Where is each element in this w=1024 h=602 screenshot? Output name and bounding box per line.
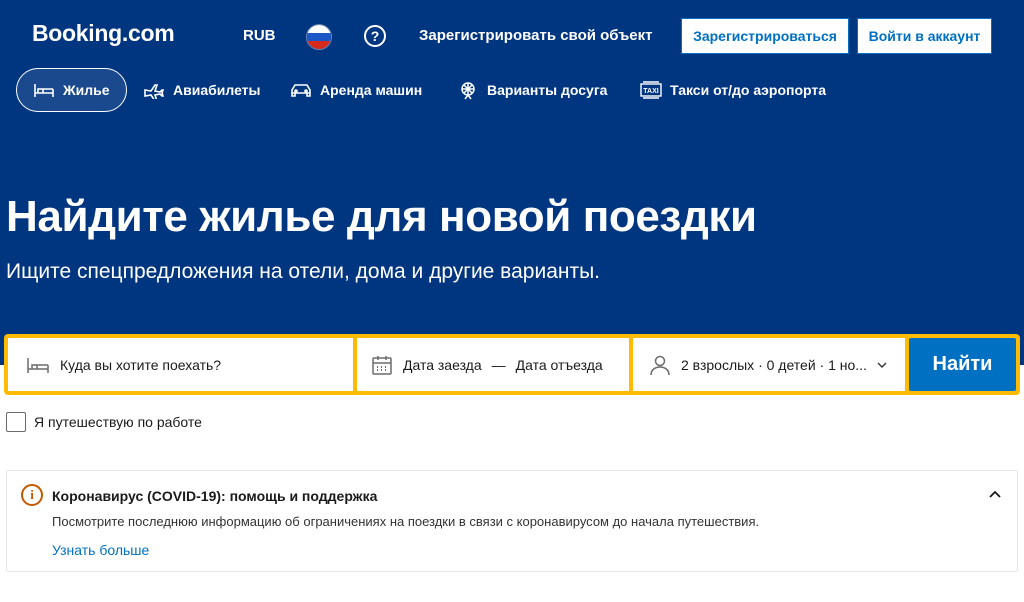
taxi-icon: TAXI [640, 81, 662, 99]
calendar-icon [372, 355, 392, 375]
help-icon[interactable]: ? [364, 25, 386, 47]
destination-field[interactable]: Куда вы хотите поехать? [8, 338, 353, 391]
plane-icon [144, 84, 165, 99]
currency-selector[interactable]: RUB [243, 27, 276, 44]
work-travel-checkbox[interactable] [6, 412, 26, 432]
covid-notice: i Коронавирус (COVID-19): помощь и подде… [6, 470, 1018, 572]
tab-stays[interactable]: Жилье [16, 68, 127, 112]
tab-attractions-label: Варианты досуга [487, 82, 608, 98]
work-travel-label: Я путешествую по работе [34, 414, 202, 430]
search-button[interactable]: Найти [909, 338, 1016, 391]
search-box: Куда вы хотите поехать? Дата заезда — Да… [4, 334, 1020, 395]
tab-car-rental[interactable]: Аренда машин [290, 68, 422, 112]
date-separator: — [491, 356, 506, 373]
tab-attractions[interactable]: Варианты досуга [457, 68, 607, 112]
dates-field[interactable]: Дата заезда — Дата отъезда [357, 338, 629, 391]
tab-airport-taxi[interactable]: TAXI Такси от/до аэропорта [640, 68, 826, 112]
hero-banner [0, 0, 1024, 365]
person-icon [650, 355, 670, 375]
tab-flights-label: Авиабилеты [173, 82, 261, 98]
page-title: Найдите жилье для новой поездки [6, 192, 757, 241]
russia-flag-icon[interactable] [306, 24, 332, 50]
register-button[interactable]: Зарегистрироваться [681, 18, 849, 54]
booking-logo[interactable]: Booking.com [32, 20, 175, 47]
learn-more-link[interactable]: Узнать больше [52, 542, 149, 558]
covid-text: Посмотрите последнюю информацию об огран… [52, 514, 760, 529]
bed-icon [34, 84, 54, 97]
sign-in-button[interactable]: Войти в аккаунт [857, 18, 992, 54]
tab-stays-label: Жилье [63, 82, 110, 98]
svg-text:TAXI: TAXI [643, 88, 658, 95]
tab-car-rental-label: Аренда машин [320, 82, 423, 98]
list-property-link[interactable]: Зарегистрировать свой объект [419, 27, 653, 44]
tab-airport-taxi-label: Такси от/до аэропорта [670, 82, 827, 98]
tab-flights[interactable]: Авиабилеты [143, 68, 261, 112]
checkout-date: Дата отъезда [515, 356, 603, 373]
attractions-icon [461, 82, 475, 100]
car-icon [291, 84, 311, 97]
checkin-date: Дата заезда [403, 356, 482, 373]
info-icon: i [21, 484, 43, 506]
product-nav: Жилье Авиабилеты Аренда машин Варианты д… [0, 68, 1024, 112]
destination-placeholder: Куда вы хотите поехать? [60, 356, 222, 373]
covid-title: Коронавирус (COVID-19): помощь и поддерж… [52, 488, 378, 504]
chevron-up-icon[interactable] [983, 483, 1007, 507]
guests-summary: 2 взрослых · 0 детей · 1 но... [681, 356, 867, 373]
bed-icon [27, 357, 49, 373]
page-subtitle: Ищите спецпредложения на отели, дома и д… [6, 260, 601, 283]
chevron-down-icon [877, 359, 897, 371]
guests-field[interactable]: 2 взрослых · 0 детей · 1 но... [633, 338, 905, 391]
work-travel-option[interactable]: Я путешествую по работе [6, 412, 202, 432]
